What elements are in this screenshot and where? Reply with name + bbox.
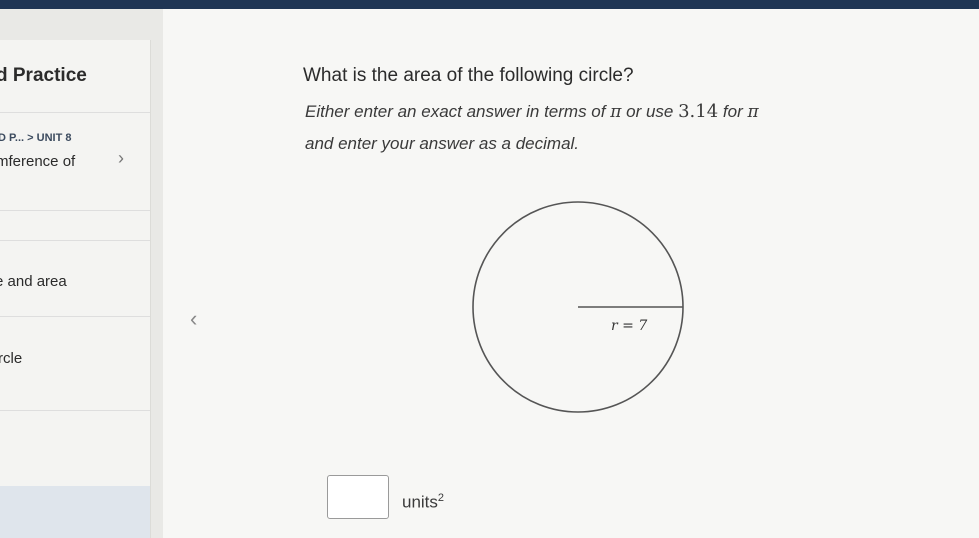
sidebar-item-circle[interactable]: rcle bbox=[0, 350, 22, 367]
top-bar bbox=[0, 0, 979, 9]
instructions-line-1: Either enter an exact answer in terms of… bbox=[305, 101, 759, 122]
radius-label: r = 7 bbox=[611, 318, 647, 334]
breadcrumb[interactable]: D P... > UNIT 8 bbox=[0, 132, 71, 144]
sidebar-divider bbox=[0, 112, 150, 113]
sidebar-divider bbox=[0, 210, 150, 211]
pi-approximation: 3.14 bbox=[678, 101, 719, 122]
sidebar-divider bbox=[0, 316, 150, 317]
sidebar: d Practice D P... > UNIT 8 mference of ›… bbox=[0, 40, 151, 538]
question-text: What is the area of the following circle… bbox=[303, 65, 634, 86]
instructions-text: Either enter an exact answer in terms of bbox=[305, 102, 611, 121]
sidebar-divider bbox=[0, 410, 150, 411]
sidebar-item-area[interactable]: e and area bbox=[0, 273, 67, 290]
chevron-right-icon[interactable]: › bbox=[118, 148, 124, 169]
answer-input[interactable] bbox=[327, 475, 389, 519]
pi-symbol: π bbox=[610, 102, 622, 122]
pi-symbol: π bbox=[747, 102, 759, 122]
circle-diagram: r = 7 bbox=[472, 201, 684, 413]
units-exponent: 2 bbox=[437, 492, 445, 504]
instructions-line-2: and enter your answer as a decimal. bbox=[305, 134, 580, 153]
units-label: units2 bbox=[402, 492, 444, 513]
chevron-left-icon[interactable]: ‹ bbox=[190, 306, 197, 332]
sidebar-active-item[interactable] bbox=[0, 486, 150, 538]
instructions-text: for bbox=[718, 102, 748, 121]
sidebar-divider bbox=[0, 240, 150, 241]
sidebar-lesson-title[interactable]: mference of bbox=[0, 153, 75, 170]
units-text: units bbox=[402, 492, 438, 512]
sidebar-title: d Practice bbox=[0, 65, 87, 86]
instructions-text: or use bbox=[621, 102, 679, 121]
